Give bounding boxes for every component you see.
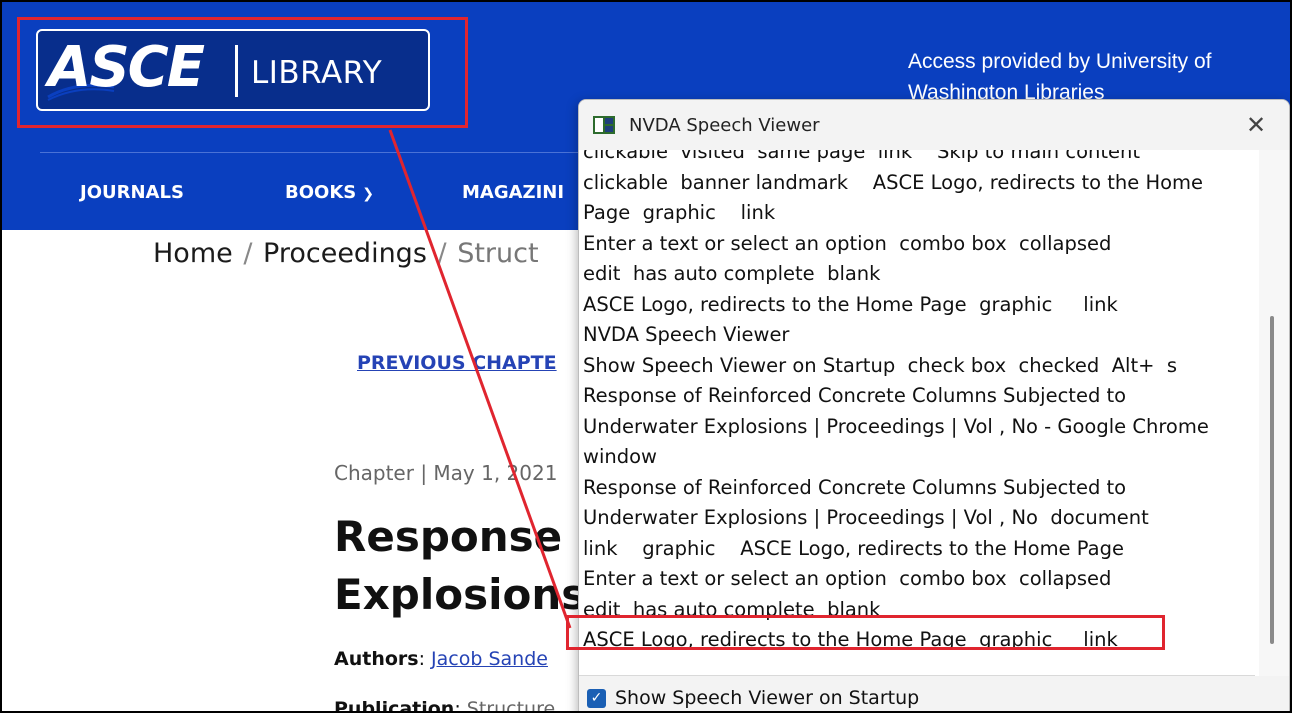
publication-label: Publication: [334, 698, 455, 713]
nvda-window-title: NVDA Speech Viewer: [629, 115, 820, 136]
nvda-footer: ✓ Show Speech Viewer on Startup: [579, 676, 1289, 713]
chapter-meta: Chapter | May 1, 2021: [334, 461, 558, 485]
nav-magazines[interactable]: MAGAZINI: [462, 182, 564, 203]
scrollbar-thumb[interactable]: [1270, 316, 1274, 644]
breadcrumb-proceedings[interactable]: Proceedings: [263, 238, 427, 269]
speech-line: edit has auto complete blank: [583, 262, 881, 285]
speech-line: Response of Reinforced Concrete Columns …: [583, 384, 1127, 407]
breadcrumb-home[interactable]: Home: [153, 238, 233, 269]
nav-books-label: BOOKS: [285, 182, 357, 203]
vertical-scrollbar[interactable]: [1259, 150, 1289, 676]
speech-line: ASCE Logo, redirects to the Home Page gr…: [583, 292, 1118, 316]
breadcrumb-current[interactable]: Struct: [457, 238, 538, 269]
chevron-down-icon: ❯: [362, 186, 374, 202]
nav-magazines-label: MAGAZINI: [462, 182, 565, 203]
nvda-app-icon: [593, 116, 615, 134]
speech-line: clickable visited same page link Skip to…: [583, 150, 1141, 163]
article-title-line1: Response: [334, 512, 563, 561]
show-on-startup-label[interactable]: Show Speech Viewer on Startup: [615, 687, 919, 709]
speech-line: NVDA Speech Viewer: [583, 323, 790, 346]
nav-journals[interactable]: JOURNALS: [80, 182, 184, 203]
breadcrumb: Home / Proceedings / Struct: [153, 238, 539, 269]
authors-separator: :: [418, 648, 432, 670]
speech-line: Enter a text or select an option combo b…: [583, 567, 1112, 590]
previous-chapter-link[interactable]: PREVIOUS CHAPTE: [357, 352, 557, 374]
annotation-box-highlighted-line: [566, 615, 1165, 650]
show-on-startup-checkbox[interactable]: ✓: [587, 689, 606, 708]
publication-separator: :: [454, 698, 467, 713]
nvda-titlebar[interactable]: NVDA Speech Viewer ✕: [579, 100, 1289, 150]
speech-lines: clickable visited same page link Skip to…: [583, 150, 1209, 656]
speech-line: link graphic ASCE Logo, redirects to the…: [583, 536, 1124, 560]
speech-line: Underwater Explosions | Proceedings | Vo…: [583, 506, 1149, 529]
authors-row: Authors: Jacob Sande: [334, 648, 548, 670]
speech-line: clickable banner landmark ASCE Logo, red…: [583, 170, 1204, 194]
article-title-line2: Explosions: [334, 570, 587, 619]
breadcrumb-separator: /: [243, 238, 253, 269]
close-icon[interactable]: ✕: [1239, 110, 1273, 140]
speech-line: Underwater Explosions | Proceedings | Vo…: [583, 414, 1209, 438]
publication-value: Structure: [466, 698, 556, 713]
breadcrumb-separator: /: [437, 238, 447, 269]
speech-line: Show Speech Viewer on Startup check box …: [583, 353, 1177, 377]
annotation-box-logo: [17, 17, 468, 128]
nav-journals-label: JOURNALS: [80, 182, 184, 203]
publication-row: Publication: Structure: [334, 698, 555, 713]
speech-line: Page graphic link: [583, 201, 776, 224]
nav-books[interactable]: BOOKS ❯: [285, 182, 374, 203]
authors-label: Authors: [334, 648, 419, 670]
speech-line: window: [583, 445, 657, 468]
speech-line: Response of Reinforced Concrete Columns …: [583, 475, 1127, 499]
speech-line: Enter a text or select an option combo b…: [583, 231, 1112, 255]
author-link[interactable]: Jacob Sande: [431, 648, 548, 670]
speech-output-textarea[interactable]: clickable visited same page link Skip to…: [579, 150, 1255, 676]
article-title: Response Explosions: [334, 508, 586, 624]
